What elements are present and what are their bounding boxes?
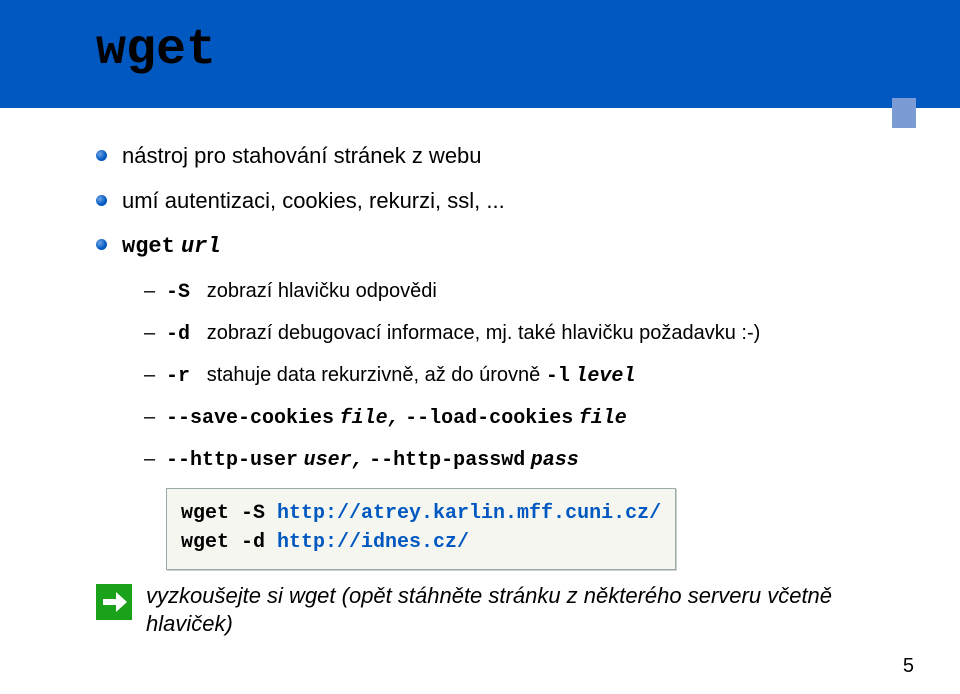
code-line-2: wget -d http://idnes.cz/ [181, 528, 661, 557]
code-line-1: wget -S http://atrey.karlin.mff.cuni.cz/ [181, 499, 661, 528]
page-number: 5 [903, 655, 914, 678]
opt-load-file: file [579, 407, 627, 430]
bullet-usage: wget url [96, 231, 900, 262]
bullet-features: umí autentizaci, cookies, rekurzi, ssl, … [96, 187, 900, 216]
code-url-2: http://idnes.cz/ [277, 531, 469, 554]
code-cmd-1: wget -S [181, 502, 277, 525]
cmd-url-arg: url [181, 234, 221, 259]
opt-d-flag: -d [166, 323, 190, 346]
opt-S: -S zobrazí hlavičku odpovědi [96, 278, 900, 306]
opt-S-desc: zobrazí hlavičku odpovědi [207, 280, 437, 302]
opt-save-cookies: --save-cookies [166, 407, 334, 430]
opt-r-desc: stahuje data rekurzivně, až do úrovně [207, 364, 541, 386]
slide-title: wget [96, 22, 216, 79]
code-example-box: wget -S http://atrey.karlin.mff.cuni.cz/… [166, 488, 676, 570]
opt-save-file: file, [340, 407, 400, 430]
cmd-wget: wget [122, 234, 175, 259]
bullet-tool-desc: nástroj pro stahování stránek z webu [96, 142, 900, 171]
opt-http-user: --http-user [166, 449, 298, 472]
side-accent [892, 98, 916, 128]
exercise-text: vyzkoušejte si wget (opět stáhněte strán… [146, 582, 900, 639]
opt-S-flag: -S [166, 281, 190, 304]
code-cmd-2: wget -d [181, 531, 277, 554]
opt-load-cookies: --load-cookies [405, 407, 573, 430]
opt-r-level: level [575, 365, 635, 388]
opt-cookies: --save-cookies file, --load-cookies file [96, 404, 900, 432]
code-url-1: http://atrey.karlin.mff.cuni.cz/ [277, 502, 661, 525]
opt-d: -d zobrazí debugovací informace, mj. tak… [96, 320, 900, 348]
slide-content: nástroj pro stahování stránek z webu umí… [96, 142, 900, 639]
exercise-row: vyzkoušejte si wget (opět stáhněte strán… [96, 582, 900, 639]
opt-d-desc: zobrazí debugovací informace, mj. také h… [207, 322, 761, 344]
opt-http-user-val: user, [304, 449, 364, 472]
opt-r-flag: -r [166, 365, 190, 388]
opt-http-auth: --http-user user, --http-passwd pass [96, 446, 900, 474]
arrow-right-icon [96, 584, 132, 620]
opt-r-l: -l [546, 365, 570, 388]
opt-http-passwd: --http-passwd [369, 449, 525, 472]
opt-http-passwd-val: pass [531, 449, 579, 472]
opt-r: -r stahuje data rekurzivně, až do úrovně… [96, 362, 900, 390]
